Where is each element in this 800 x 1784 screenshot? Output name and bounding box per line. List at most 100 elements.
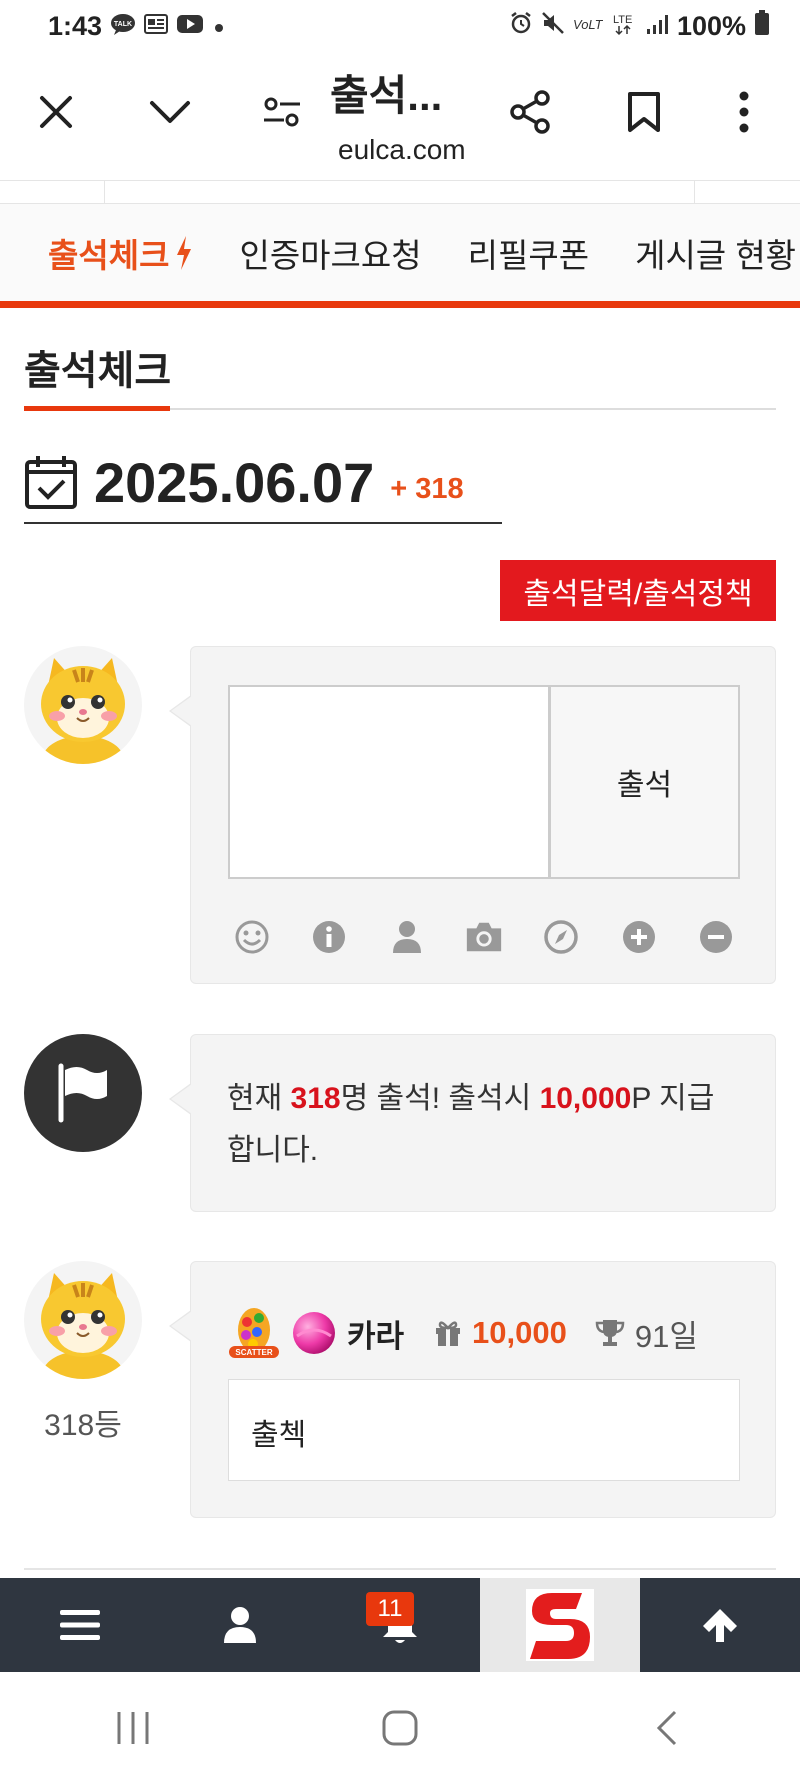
entry-header: SCATTER 카라 10,000 91일 bbox=[227, 1304, 698, 1362]
hamburger-icon bbox=[60, 1610, 100, 1640]
entry-message: 출첵 bbox=[228, 1379, 740, 1481]
back-button[interactable] bbox=[627, 1698, 707, 1758]
plus-circle-icon bbox=[622, 921, 655, 953]
tab-post-status[interactable]: 게시글 현황 bbox=[635, 229, 796, 277]
close-tab-button[interactable] bbox=[26, 82, 86, 142]
attendance-rank: 318등 bbox=[44, 1409, 122, 1442]
minimize-button[interactable] bbox=[140, 82, 200, 142]
svg-text:VoLTE: VoLTE bbox=[573, 17, 603, 32]
signal-icon bbox=[645, 11, 669, 42]
svg-text:SCATTER: SCATTER bbox=[235, 1348, 272, 1357]
tab-attendance[interactable]: 출석체크 bbox=[48, 229, 193, 277]
share-icon bbox=[510, 90, 550, 134]
browser-toolbar: 출석... eulca.com bbox=[0, 52, 800, 180]
notification-count-badge: 11 bbox=[366, 1592, 414, 1626]
level-badge-icon: SCATTER bbox=[229, 1308, 279, 1358]
emoji-button[interactable] bbox=[232, 917, 272, 957]
tiger-avatar-icon bbox=[24, 1261, 142, 1379]
status-time: 1:43 bbox=[48, 10, 103, 41]
close-icon bbox=[40, 96, 72, 128]
site-logo-button[interactable] bbox=[480, 1578, 640, 1672]
arrow-up-icon bbox=[703, 1609, 737, 1642]
lte-icon: LTE bbox=[611, 12, 637, 41]
user-avatar bbox=[24, 646, 142, 764]
notice-middle: 명 출석! 출석시 bbox=[340, 1082, 540, 1115]
page-domain[interactable]: eulca.com bbox=[338, 134, 488, 166]
gift-icon bbox=[436, 1321, 461, 1346]
svg-text:TALK: TALK bbox=[114, 21, 132, 28]
smile-icon bbox=[235, 920, 269, 954]
recent-apps-button[interactable] bbox=[93, 1698, 173, 1758]
user-icon bbox=[224, 1607, 256, 1643]
attendance-policy-button[interactable]: 출석달력/출석정책 bbox=[500, 560, 776, 621]
menu-button[interactable] bbox=[0, 1578, 160, 1672]
tab-refill-coupon[interactable]: 리필쿠폰 bbox=[468, 229, 589, 277]
bookmark-icon bbox=[628, 92, 660, 132]
bookmark-button[interactable] bbox=[614, 82, 674, 142]
talk-notification-icon: TALK bbox=[110, 11, 136, 42]
chevron-down-icon bbox=[150, 101, 190, 123]
notice-points: 10,000 bbox=[539, 1082, 632, 1115]
section-title: 출석체크 bbox=[24, 349, 172, 393]
compass-button[interactable] bbox=[541, 917, 581, 957]
attendance-entry: SCATTER 카라 10,000 91일 출첵 bbox=[169, 1261, 776, 1518]
back-icon bbox=[656, 1710, 676, 1746]
youtube-notification-icon bbox=[176, 11, 204, 42]
mute-icon bbox=[541, 11, 565, 42]
entry-points: 10,000 bbox=[472, 1315, 567, 1350]
attendance-date: 2025.06.07 bbox=[94, 450, 375, 514]
compass-icon bbox=[544, 920, 579, 954]
remove-button[interactable] bbox=[696, 917, 736, 957]
camera-icon bbox=[466, 922, 502, 952]
candy-icon bbox=[293, 1312, 335, 1354]
home-button[interactable] bbox=[360, 1698, 440, 1758]
info-button[interactable] bbox=[309, 917, 349, 957]
scroll-top-button[interactable] bbox=[640, 1578, 800, 1672]
user-icon bbox=[392, 921, 421, 953]
profile-button[interactable] bbox=[160, 1578, 320, 1672]
entry-user-avatar[interactable] bbox=[24, 1261, 142, 1379]
trophy-icon bbox=[595, 1320, 625, 1346]
camera-button[interactable] bbox=[464, 917, 504, 957]
share-button[interactable] bbox=[500, 82, 560, 142]
add-button[interactable] bbox=[619, 917, 659, 957]
dot-icon bbox=[212, 11, 226, 42]
tab-label: 출석체크 bbox=[48, 236, 170, 274]
date-row: 2025.06.07 + 318 bbox=[24, 442, 502, 524]
entry-consecutive-days: 91일 bbox=[634, 1318, 698, 1354]
attendance-compose-box: 출석 bbox=[169, 646, 776, 984]
entry-nickname[interactable]: 카라 bbox=[347, 1311, 404, 1356]
tiger-avatar-icon bbox=[24, 646, 142, 764]
page-title[interactable]: 출석... bbox=[330, 62, 490, 123]
notice-prefix: 현재 bbox=[227, 1082, 291, 1115]
user-button[interactable] bbox=[387, 917, 427, 957]
compose-toolbar bbox=[228, 917, 740, 957]
header-strip bbox=[0, 180, 800, 204]
attendance-notice: 현재 318명 출석! 출석시 10,000P 지급합니다. bbox=[169, 1034, 776, 1212]
volte-icon: VoLTE bbox=[573, 14, 612, 39]
news-notification-icon bbox=[144, 11, 169, 42]
attendance-count: + 318 bbox=[390, 472, 464, 505]
battery-percent: 100% bbox=[676, 10, 746, 41]
list-divider bbox=[24, 1568, 776, 1570]
system-nav-bar bbox=[0, 1672, 800, 1784]
status-bar: 1:43 TALK VoLTE LTE 100% bbox=[0, 0, 800, 52]
tab-certification-request[interactable]: 인증마크요청 bbox=[239, 229, 421, 277]
flag-icon bbox=[58, 1063, 107, 1123]
notice-avatar bbox=[24, 1034, 142, 1152]
calendar-check-icon bbox=[25, 456, 77, 509]
attendance-comment-input[interactable] bbox=[228, 685, 550, 879]
minus-circle-icon bbox=[699, 921, 732, 953]
tune-icon bbox=[264, 97, 300, 127]
section-divider-accent bbox=[24, 406, 170, 411]
battery-icon bbox=[754, 9, 770, 43]
recent-apps-icon bbox=[117, 1712, 149, 1744]
attend-button[interactable]: 출석 bbox=[550, 685, 740, 879]
info-icon bbox=[313, 921, 346, 953]
home-icon bbox=[382, 1710, 418, 1746]
more-menu-button[interactable] bbox=[714, 82, 774, 142]
more-vertical-icon bbox=[739, 91, 749, 133]
lightning-icon bbox=[177, 235, 192, 270]
site-logo-icon bbox=[526, 1589, 594, 1661]
site-settings-button[interactable] bbox=[252, 82, 312, 142]
